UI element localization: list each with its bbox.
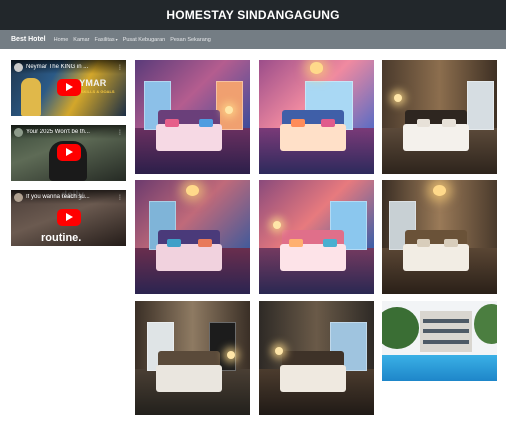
gallery-photo-6[interactable] — [382, 180, 497, 294]
gallery-photo-3[interactable] — [382, 60, 497, 174]
bed — [155, 123, 223, 152]
nav-dropdown-fasilitas[interactable]: Fasilitas▾ — [95, 37, 118, 43]
video-title[interactable]: Your 2025 Won't be th... — [26, 129, 114, 135]
nav-link-pusat-kebugaran[interactable]: Pusat Kebugaran — [123, 37, 166, 43]
chandelier — [185, 184, 200, 196]
more-vert-icon[interactable]: ⋮ — [117, 194, 123, 201]
gallery-photo-5[interactable] — [259, 180, 374, 294]
navbar: Best Hotel Home Kamar Fasilitas▾ Pusat K… — [0, 30, 506, 49]
pillow — [321, 119, 335, 128]
bed — [402, 243, 470, 272]
pillow — [291, 119, 305, 128]
lamp — [272, 221, 281, 230]
pillow — [441, 119, 456, 128]
site-header: HOMESTAY SINDANGAGUNG — [0, 0, 506, 30]
chandelier — [432, 184, 447, 196]
pillow — [323, 239, 338, 248]
gallery-photo-1[interactable] — [135, 60, 250, 174]
gallery-photo-8[interactable] — [259, 301, 374, 415]
more-vert-icon[interactable]: ⋮ — [117, 64, 123, 71]
more-vert-icon[interactable]: ⋮ — [117, 129, 123, 136]
pillow — [199, 119, 214, 128]
play-button-icon[interactable] — [57, 144, 81, 161]
video-title-bar: If you wanna reach su... ⋮ — [11, 190, 126, 204]
pillow — [444, 239, 458, 248]
navbar-brand[interactable]: Best Hotel — [11, 36, 46, 43]
gallery-photo-7[interactable] — [135, 301, 250, 415]
bed — [279, 123, 347, 152]
pillow — [288, 239, 303, 248]
lamp — [393, 94, 402, 103]
site-title: HOMESTAY SINDANGAGUNG — [166, 8, 340, 22]
play-button-icon[interactable] — [57, 79, 81, 96]
pillow — [164, 119, 179, 128]
youtube-embed-2[interactable]: Your 2025 Won't be th... ⋮ — [11, 125, 126, 181]
channel-avatar[interactable] — [14, 127, 23, 137]
bed — [155, 243, 223, 272]
nav-link-pesan-sekarang[interactable]: Pesan Sekarang — [170, 37, 211, 43]
bed — [279, 243, 347, 272]
play-button-icon[interactable] — [57, 209, 81, 226]
nav-link-kamar[interactable]: Kamar — [73, 37, 89, 43]
ceiling-light — [309, 62, 324, 74]
gallery-photo-4[interactable] — [135, 180, 250, 294]
tree — [474, 304, 497, 345]
swimming-pool — [382, 355, 497, 381]
player-figure — [21, 78, 41, 116]
video-overlay-subtext: SKILLS & GOALS — [81, 89, 115, 94]
caret-down-icon: ▾ — [115, 36, 118, 42]
pillow — [167, 239, 181, 248]
room-window — [467, 80, 495, 131]
channel-avatar[interactable] — [14, 192, 23, 202]
video-title-bar: Your 2025 Won't be th... ⋮ — [11, 125, 126, 139]
pillow — [198, 239, 213, 248]
bed — [155, 364, 223, 393]
lamp — [224, 105, 233, 114]
pillow — [416, 119, 431, 128]
gallery-photo-9[interactable] — [382, 301, 497, 381]
pillow — [416, 239, 431, 248]
building-window-row — [423, 329, 469, 334]
video-title-bar: Neymar The KING in ... ⋮ — [11, 60, 126, 74]
bed — [402, 123, 470, 152]
youtube-embed-1[interactable]: EYMAR SKILLS & GOALS Neymar The KING in … — [11, 60, 126, 116]
tree — [382, 307, 419, 349]
building-window-row — [423, 339, 469, 344]
nav-link-home[interactable]: Home — [54, 37, 69, 43]
nav-dropdown-label: Fasilitas — [94, 36, 115, 43]
video-overlay-bottom-text: routine. — [41, 232, 82, 244]
video-title[interactable]: Neymar The KING in ... — [26, 64, 114, 70]
hotel-building — [419, 310, 472, 353]
channel-avatar[interactable] — [14, 62, 23, 72]
gallery-photo-2[interactable] — [259, 60, 374, 174]
lamp — [275, 346, 284, 355]
building-window-row — [423, 318, 469, 324]
youtube-embed-3[interactable]: daily routine. If you wanna reach su... … — [11, 190, 126, 246]
bed — [279, 364, 347, 393]
video-title[interactable]: If you wanna reach su... — [26, 194, 114, 200]
